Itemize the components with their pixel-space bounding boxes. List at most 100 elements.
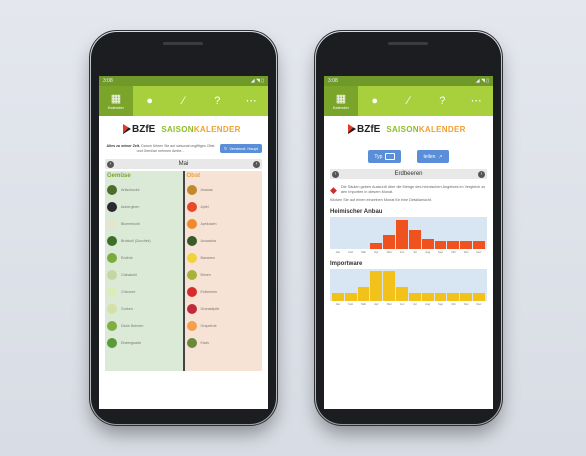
vegetable-item[interactable]: Auberginen (107, 198, 181, 215)
vegetable-thumbnail-icon (107, 303, 117, 314)
vegetable-item[interactable]: Eisbergsalat (107, 334, 181, 351)
vegetable-thumbnail-icon (107, 286, 117, 297)
brand-header: BZfE SAISONKALENDER (324, 116, 493, 142)
next-product-button[interactable]: › (478, 170, 485, 178)
tab-help[interactable]: ? (425, 86, 459, 116)
chart-bar[interactable] (370, 270, 383, 301)
vegetable-item[interactable]: Chinakohl (107, 266, 181, 283)
more-icon: ⋯ (245, 95, 257, 107)
tick-label: Nov (463, 250, 469, 254)
fruit-name: Kiwis (200, 340, 209, 345)
calendar-icon: ▦ (335, 92, 347, 105)
chart-bar[interactable] (344, 293, 357, 301)
fruit-item[interactable]: Bananen (186, 249, 261, 266)
chart-bar[interactable] (408, 293, 421, 301)
tick-label: Jul (413, 302, 417, 306)
fruit-item[interactable]: Aprikosen (186, 215, 261, 232)
intro-bold: Alles zu seiner Zeit. (106, 144, 141, 148)
status-icons: ◢ ◥ ▯ (475, 78, 489, 84)
prev-month-button[interactable]: ‹ (107, 160, 114, 168)
tab-more[interactable]: ⋯ (459, 86, 493, 116)
vegetable-item[interactable]: Gurken (107, 300, 181, 317)
fruit-item[interactable]: Birnen (186, 266, 261, 283)
tick-label: Sep (438, 302, 444, 306)
chart-bar[interactable] (396, 220, 408, 249)
status-bar: 3:08 ◢ ◥ ▯ (324, 76, 493, 86)
help-icon: ? (439, 95, 446, 107)
chart-bar[interactable] (460, 241, 473, 249)
fruit-item[interactable]: Kiwis (186, 334, 261, 351)
chart-bar[interactable] (383, 270, 396, 301)
chart-bar[interactable] (460, 293, 473, 301)
next-month-button[interactable]: › (252, 160, 260, 168)
tab-more[interactable]: ⋯ (234, 86, 268, 116)
fruit-item[interactable]: Ananas (186, 181, 261, 198)
type-label: Typ (374, 153, 383, 160)
vegetable-item[interactable]: Dicke Bohnen (107, 317, 181, 334)
chart-bar[interactable] (383, 234, 396, 249)
tick-label: Jan (335, 250, 341, 254)
view-toggle-button[interactable]: ↻ Verstand: Haupt (219, 144, 262, 153)
vegetable-item[interactable]: Endivie (107, 249, 181, 266)
fruit-item[interactable]: Apfel (186, 198, 261, 215)
chart-bar[interactable] (421, 293, 434, 301)
chart-bar[interactable] (473, 293, 485, 301)
chart-bar[interactable] (370, 242, 383, 249)
vegetable-item[interactable]: Artischocke (107, 181, 181, 198)
chart-bar[interactable] (332, 293, 344, 301)
view-toggle-label: Verstand: Haupt (229, 146, 258, 151)
tick-label: Feb (348, 250, 354, 254)
chart-bar[interactable] (421, 239, 434, 249)
fruit-thumbnail-icon (186, 303, 197, 314)
tab-vegetable[interactable]: ∕ (392, 86, 426, 116)
chart-domestic (330, 217, 487, 249)
tab-vegetable[interactable]: ∕ (167, 86, 201, 116)
help-icon: ? (214, 95, 221, 107)
fruit-item[interactable]: Grapefruit (186, 317, 261, 334)
refresh-icon: ↻ (223, 146, 228, 151)
tab-kalender[interactable]: ▦ Kalender (324, 86, 358, 116)
chart-bar[interactable] (396, 286, 408, 301)
chart-bar[interactable] (408, 229, 421, 249)
more-icon: ⋯ (470, 95, 482, 107)
vegetable-list: Artischocke Auberginen Blumenkohl Brokkoli … (107, 181, 181, 351)
vegetable-item[interactable]: Blumenkohl (107, 215, 181, 232)
tick-label: Sep (438, 250, 444, 254)
tick-label: Jun (399, 250, 405, 254)
type-button[interactable]: Typ (368, 150, 402, 163)
fruit-thumbnail-icon (186, 218, 197, 229)
share-button[interactable]: teilen ↗ (417, 150, 449, 163)
fruit-thumbnail-icon (186, 286, 197, 297)
tab-fruit[interactable]: ● (133, 86, 167, 116)
bzfe-logo: BZfE (348, 124, 380, 135)
tab-help[interactable]: ? (200, 86, 234, 116)
intro-text: Alles zu seiner Zeit. Darum führen Sie a… (105, 144, 216, 153)
vegetable-item[interactable]: Brokkoli (Zucchini) (107, 232, 181, 249)
month-label: Mai (178, 161, 189, 167)
vegetable-item[interactable]: Chicoree (107, 283, 181, 300)
title-part2: KALENDER (193, 124, 241, 134)
prev-product-button[interactable]: ‹ (332, 170, 339, 178)
cherry-icon: ● (371, 95, 379, 107)
fruit-item[interactable]: Granatäpfel (186, 300, 261, 317)
fruit-thumbnail-icon (186, 201, 197, 212)
chart-bar[interactable] (357, 286, 370, 301)
vegetable-thumbnail-icon (107, 218, 117, 229)
vegetable-name: Dicke Bohnen (121, 323, 144, 328)
tab-bar: ▦ Kalender ● ∕ ? ⋯ (324, 86, 493, 116)
chart-bar[interactable] (473, 241, 485, 249)
fruit-item[interactable]: Erdbeeren (186, 283, 261, 300)
tab-kalender[interactable]: ▦ Kalender (99, 86, 133, 116)
status-time: 3:08 (103, 78, 113, 84)
vegetable-name: Artischocke (121, 187, 140, 192)
chart-bar[interactable] (447, 293, 460, 301)
fruit-name: Grapefruit (200, 323, 217, 328)
fruit-item[interactable]: Avocados (186, 232, 261, 249)
chart-bar[interactable] (434, 293, 447, 301)
tab-label: Kalender (107, 104, 124, 110)
chart-bar[interactable] (434, 241, 447, 249)
chart-bar[interactable] (447, 241, 460, 249)
vegetable-name: Eisbergsalat (121, 340, 141, 345)
fruit-thumbnail-icon (186, 184, 197, 195)
tab-fruit[interactable]: ● (358, 86, 392, 116)
